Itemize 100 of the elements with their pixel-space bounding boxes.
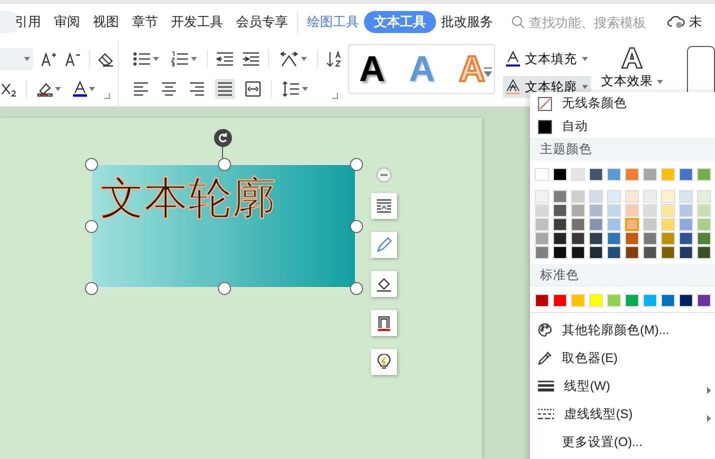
- rotate-handle-icon[interactable]: [214, 129, 232, 147]
- color-swatch[interactable]: [589, 168, 603, 181]
- color-swatch[interactable]: [643, 232, 657, 245]
- color-swatch[interactable]: [697, 190, 711, 203]
- color-swatch[interactable]: [553, 190, 567, 203]
- expand-gallery-icon[interactable]: [484, 67, 492, 77]
- subscript-icon[interactable]: [0, 81, 18, 97]
- resize-handle[interactable]: [85, 282, 98, 295]
- color-swatch[interactable]: [607, 232, 621, 245]
- align-button[interactable]: [215, 79, 235, 99]
- color-swatch[interactable]: [553, 246, 567, 259]
- ribbon-tab[interactable]: 批改服务: [441, 11, 493, 33]
- launcher-icon[interactable]: [332, 93, 338, 99]
- color-swatch[interactable]: [661, 190, 675, 203]
- color-swatch[interactable]: [661, 246, 675, 259]
- text-box[interactable]: 文本轮廓: [91, 164, 356, 288]
- fill-icon[interactable]: [376, 276, 392, 292]
- search-field[interactable]: 查找功能、搜索模板: [511, 14, 653, 30]
- color-swatch[interactable]: [625, 294, 639, 307]
- menu-item[interactable]: 自动: [530, 115, 715, 138]
- color-swatch[interactable]: [553, 294, 567, 307]
- menu-item[interactable]: 其他轮廓颜色(M)...: [530, 316, 715, 344]
- color-swatch[interactable]: [589, 232, 603, 245]
- color-swatch[interactable]: [535, 246, 549, 259]
- color-swatch[interactable]: [679, 246, 693, 259]
- color-swatch[interactable]: [661, 294, 675, 307]
- pen-icon[interactable]: [376, 237, 392, 253]
- color-swatch[interactable]: [625, 168, 639, 181]
- sort-icon[interactable]: [326, 51, 342, 67]
- float-tool-button[interactable]: [371, 271, 397, 297]
- color-swatch[interactable]: [697, 168, 711, 181]
- collapse-icon[interactable]: [376, 167, 392, 183]
- text-fill-button[interactable]: 文本填充: [502, 48, 591, 70]
- color-swatch[interactable]: [643, 168, 657, 181]
- color-swatch[interactable]: [535, 232, 549, 245]
- text-wrap-icon[interactable]: [376, 199, 392, 213]
- color-swatch[interactable]: [571, 294, 585, 307]
- font-size-field[interactable]: [0, 48, 33, 70]
- menu-item[interactable]: 取色器(E): [530, 344, 715, 372]
- color-swatch[interactable]: [679, 168, 693, 181]
- color-swatch[interactable]: [607, 294, 621, 307]
- color-swatch[interactable]: [679, 218, 693, 231]
- color-swatch[interactable]: [679, 294, 693, 307]
- font-color-button[interactable]: [71, 79, 97, 99]
- color-swatch[interactable]: [697, 294, 711, 307]
- color-swatch[interactable]: [553, 204, 567, 217]
- color-swatch[interactable]: [589, 294, 603, 307]
- color-swatch[interactable]: [625, 218, 639, 231]
- resize-handle[interactable]: [85, 158, 98, 171]
- shrink-font-icon[interactable]: [65, 51, 81, 67]
- color-swatch[interactable]: [535, 168, 549, 181]
- color-swatch[interactable]: [535, 204, 549, 217]
- ribbon-tab[interactable]: 绘图工具: [307, 11, 359, 33]
- numbered-list-button[interactable]: [169, 49, 199, 69]
- menu-item[interactable]: 虚线线型(S): [530, 400, 715, 428]
- color-swatch[interactable]: [553, 232, 567, 245]
- color-swatch[interactable]: [679, 232, 693, 245]
- launcher-icon[interactable]: [104, 93, 110, 99]
- resize-handle[interactable]: [218, 158, 230, 171]
- color-swatch[interactable]: [697, 204, 711, 217]
- color-swatch[interactable]: [661, 168, 675, 181]
- resize-handle[interactable]: [350, 158, 363, 171]
- ribbon-tab[interactable]: 引用: [15, 11, 41, 33]
- eraser-icon[interactable]: [98, 51, 114, 67]
- color-swatch[interactable]: [571, 218, 585, 231]
- ribbon-tab[interactable]: 章节: [132, 11, 158, 33]
- color-swatch[interactable]: [535, 294, 549, 307]
- color-swatch[interactable]: [607, 246, 621, 259]
- color-swatch[interactable]: [607, 190, 621, 203]
- lightbulb-icon[interactable]: [376, 354, 392, 370]
- text-style-sample[interactable]: A: [359, 51, 385, 87]
- float-tool-button[interactable]: [371, 310, 397, 336]
- ribbon-tab[interactable]: 视图: [93, 11, 119, 33]
- color-swatch[interactable]: [643, 246, 657, 259]
- color-swatch[interactable]: [625, 232, 639, 245]
- float-tool-button[interactable]: [371, 349, 397, 375]
- account-label[interactable]: 未: [689, 13, 702, 31]
- float-tool-button[interactable]: [371, 193, 397, 219]
- align-button[interactable]: [243, 79, 263, 99]
- increase-indent-icon[interactable]: [242, 51, 260, 67]
- color-swatch[interactable]: [589, 204, 603, 217]
- color-swatch[interactable]: [697, 218, 711, 231]
- ribbon-tab[interactable]: 审阅: [54, 11, 80, 33]
- menu-item[interactable]: 更多设置(O)...: [530, 428, 715, 456]
- color-swatch[interactable]: [553, 168, 567, 181]
- color-swatch[interactable]: [661, 232, 675, 245]
- color-swatch[interactable]: [607, 204, 621, 217]
- color-swatch[interactable]: [607, 168, 621, 181]
- menu-item[interactable]: 线型(W): [530, 372, 715, 400]
- resize-handle[interactable]: [350, 282, 363, 295]
- color-swatch[interactable]: [643, 204, 657, 217]
- color-swatch[interactable]: [661, 218, 675, 231]
- color-swatch[interactable]: [571, 246, 585, 259]
- decrease-indent-icon[interactable]: [216, 51, 234, 67]
- color-swatch[interactable]: [571, 204, 585, 217]
- color-swatch[interactable]: [679, 190, 693, 203]
- color-swatch[interactable]: [697, 246, 711, 259]
- color-swatch[interactable]: [571, 232, 585, 245]
- color-swatch[interactable]: [625, 190, 639, 203]
- ribbon-tab[interactable]: 会员专享: [236, 11, 288, 33]
